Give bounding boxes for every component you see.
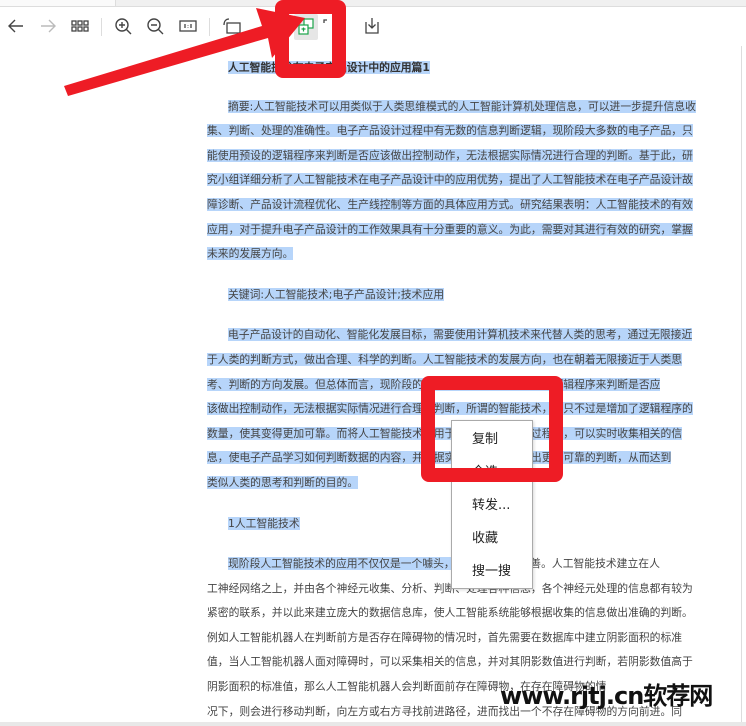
annotation-box-toolbar — [275, 0, 346, 78]
annotation-arrow — [64, 8, 305, 96]
annotation-box-menu — [421, 376, 563, 482]
watermark: www.rjtj.cn软荐网 — [500, 682, 713, 710]
